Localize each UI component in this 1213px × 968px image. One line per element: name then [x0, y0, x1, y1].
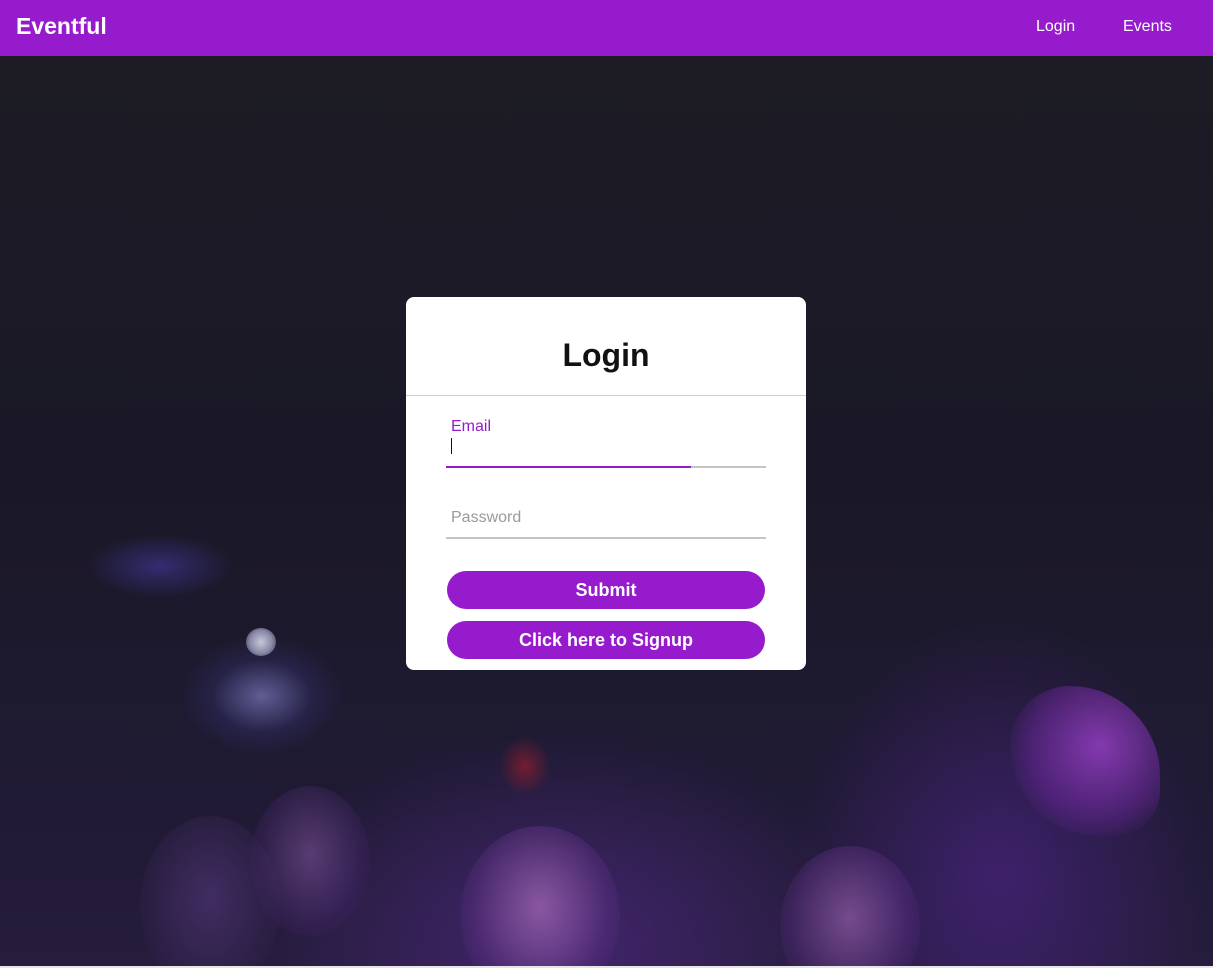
stage-light — [246, 628, 276, 656]
email-focus-underline — [446, 466, 691, 468]
password-placeholder: Password — [451, 509, 522, 526]
text-cursor — [451, 438, 452, 454]
email-label: Email — [451, 418, 492, 435]
nav-link-events[interactable]: Events — [1123, 18, 1172, 36]
submit-button[interactable]: Submit — [447, 571, 765, 609]
crowd-figure — [780, 846, 920, 966]
top-navbar: Eventful Login Events — [0, 0, 1213, 56]
password-underline — [446, 537, 766, 539]
brand-logo[interactable]: Eventful — [16, 13, 107, 40]
login-title: Login — [562, 337, 650, 373]
nav-link-login[interactable]: Login — [1036, 18, 1075, 36]
card-divider — [406, 395, 806, 396]
crowd-figure — [460, 826, 620, 966]
raised-hand — [1010, 686, 1160, 836]
email-field[interactable]: Email — [446, 415, 766, 469]
signup-button[interactable]: Click here to Signup — [447, 621, 765, 659]
login-card: Login Email Password Submit Click here t… — [406, 297, 806, 670]
crowd-figure — [250, 786, 370, 936]
password-field[interactable]: Password — [446, 495, 766, 541]
